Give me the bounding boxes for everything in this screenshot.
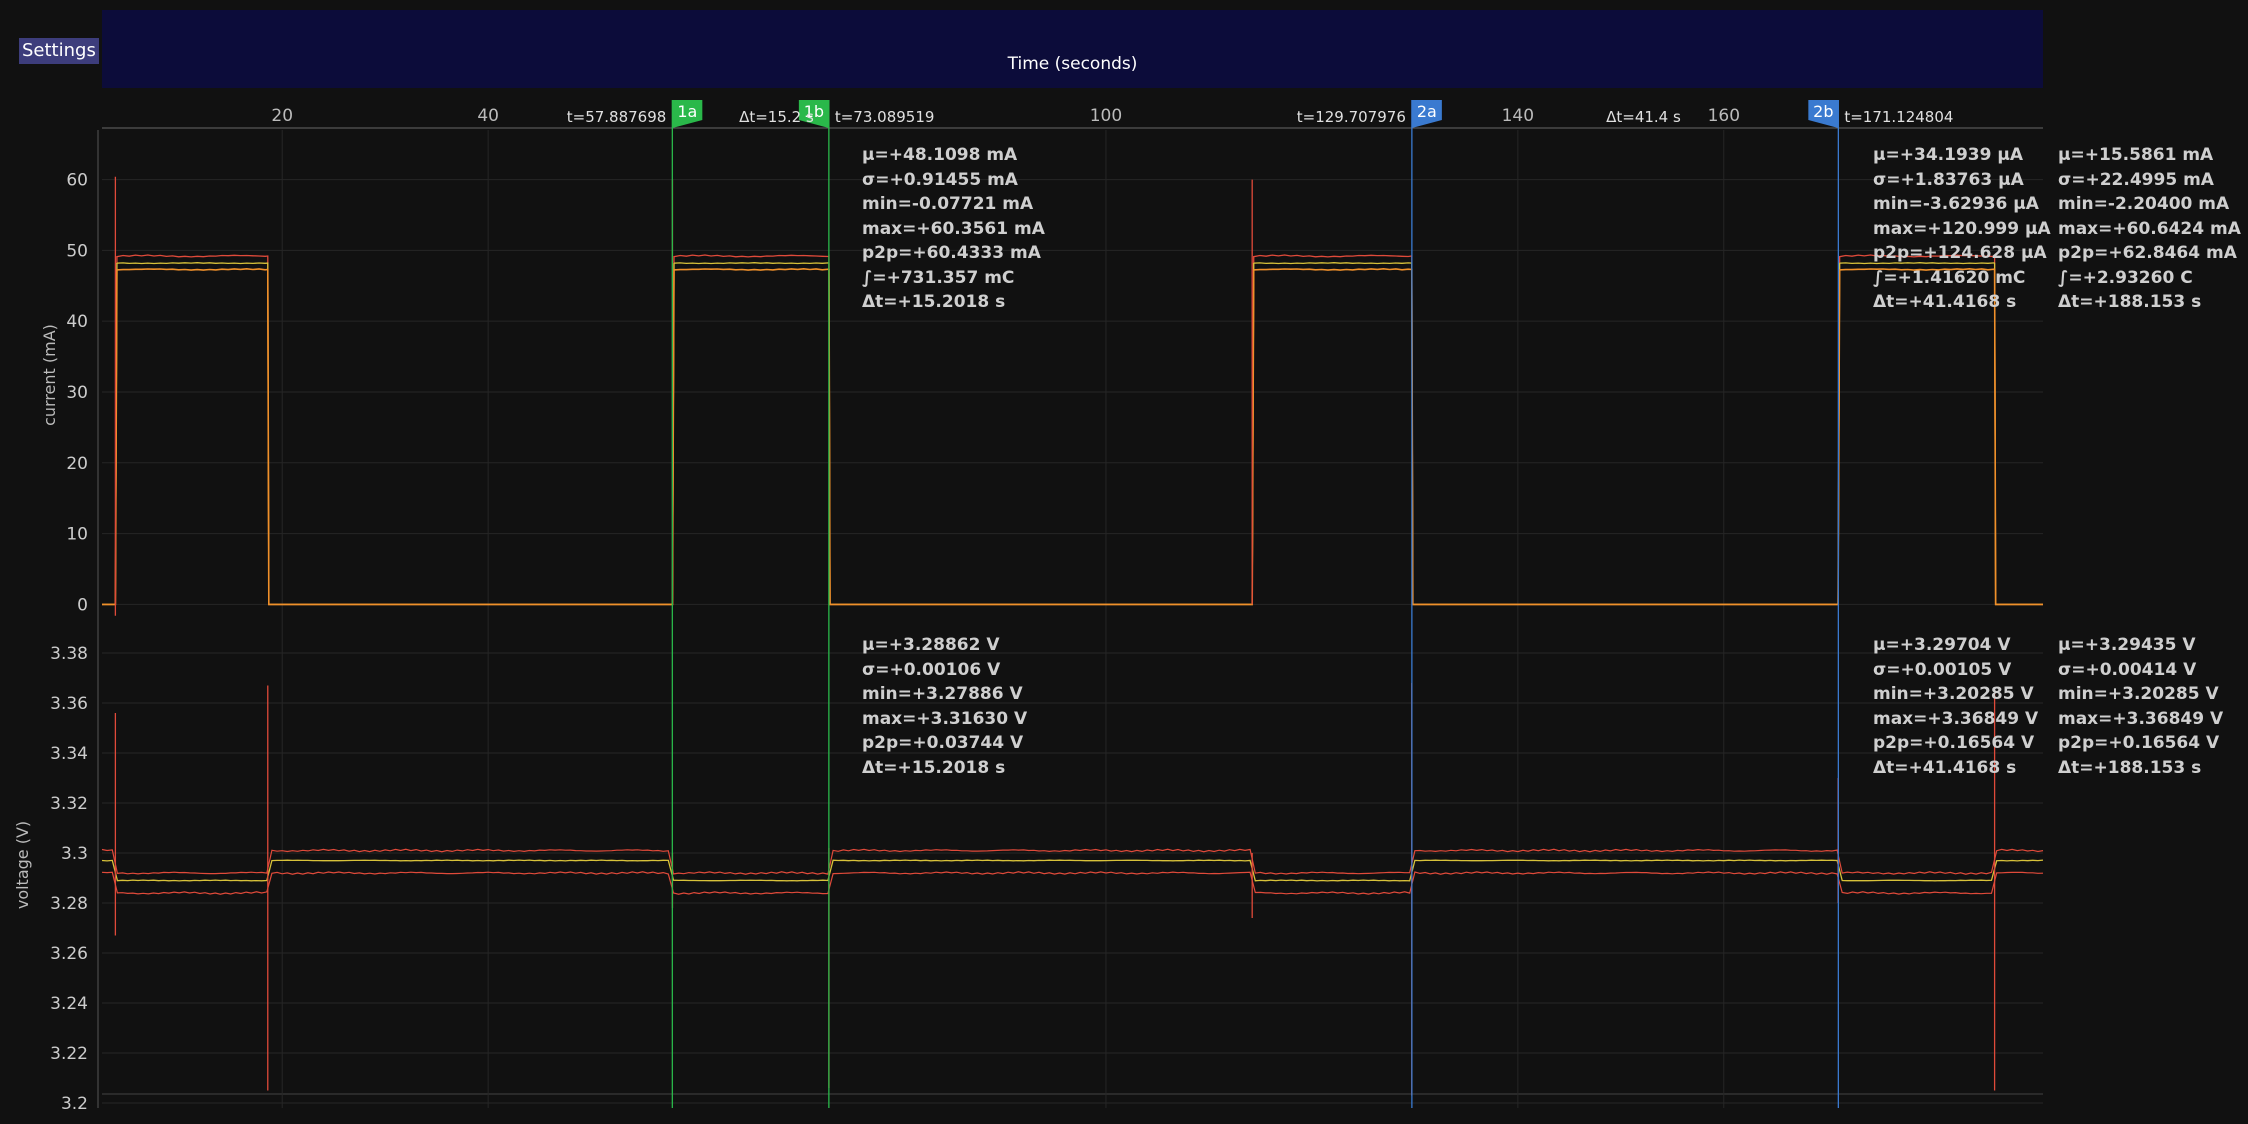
stat-line: μ=+3.29704 V (1873, 635, 2011, 655)
stat-line: max=+3.36849 V (2058, 708, 2224, 729)
x-tick-label: 40 (477, 106, 499, 126)
stat-line: σ=+0.00414 V (2058, 659, 2197, 680)
stat-line: min=-3.62936 μA (1873, 194, 2039, 214)
stat-line: p2p=+0.16564 V (2058, 733, 2220, 753)
stat-line: p2p=+60.4333 mA (862, 243, 1041, 263)
stat-line: Δt=+15.2018 s (862, 292, 1006, 312)
stat-line: μ=+34.1939 μA (1873, 145, 2024, 165)
stat-line: ∫=+731.357 mC (862, 267, 1015, 288)
marker-time-label: t=73.089519 (835, 108, 935, 126)
stat-line: σ=+1.83763 μA (1873, 169, 2024, 190)
current-mean-series (102, 262, 2043, 606)
marker-flag-label: 2a (1417, 102, 1437, 121)
stat-line: p2p=+0.03744 V (862, 733, 1024, 753)
stat-line: μ=+15.5861 mA (2058, 145, 2214, 165)
stat-line: σ=+0.00106 V (862, 659, 1001, 680)
voltage-tick-label: 3.22 (50, 1044, 88, 1064)
marker-delta-label: Δt=41.4 s (1606, 108, 1681, 126)
marker-time-label: t=129.707976 (1297, 108, 1406, 126)
stat-line: min=-2.20400 mA (2058, 194, 2230, 214)
stat-line: σ=+0.00105 V (1873, 659, 2012, 680)
stat-line: σ=+0.91455 mA (862, 169, 1018, 190)
stat-line: max=+3.31630 V (862, 708, 1028, 729)
voltage-tick-label: 3.38 (50, 644, 88, 664)
voltage-tick-label: 3.24 (50, 994, 88, 1014)
stat-line: max=+60.3561 mA (862, 218, 1045, 239)
current-tick-label: 40 (66, 312, 88, 332)
current-tick-label: 50 (66, 241, 88, 261)
current-tick-label: 0 (77, 595, 88, 615)
stat-line: Δt=+15.2018 s (862, 757, 1006, 778)
stat-line: μ=+3.28862 V (862, 635, 1000, 655)
stat-line: ∫=+1.41620 mC (1873, 267, 2026, 288)
stat-line: min=+3.20285 V (1873, 684, 2034, 704)
voltage-tick-label: 3.36 (50, 694, 88, 714)
voltage-tick-label: 3.32 (50, 794, 88, 814)
stat-line: μ=+3.29435 V (2058, 635, 2196, 655)
stat-line: Δt=+41.4168 s (1873, 292, 2017, 312)
stats-marker2-current: μ=+34.1939 μA σ=+1.83763 μA min=-3.62936 μ… (1873, 143, 2051, 315)
stat-line: Δt=+41.4168 s (1873, 757, 2017, 778)
x-tick-label: 160 (1708, 106, 1740, 126)
voltage-tick-label: 3.26 (50, 944, 88, 964)
current-tick-label: 60 (66, 171, 88, 191)
voltage-tick-label: 3.28 (50, 894, 88, 914)
marker-flag-label: 2b (1813, 102, 1833, 121)
voltage-tick-label: 3.2 (61, 1094, 88, 1114)
stats-all-current: μ=+15.5861 mA σ=+22.4995 mA min=-2.20400 m… (2058, 143, 2241, 315)
current-tick-label: 20 (66, 454, 88, 474)
stats-all-voltage: μ=+3.29435 V σ=+0.00414 V min=+3.20285 V ma… (2058, 633, 2223, 780)
stat-line: min=+3.27886 V (862, 684, 1023, 704)
stat-line: p2p=+62.8464 mA (2058, 243, 2237, 263)
stat-line: p2p=+0.16564 V (1873, 733, 2035, 753)
stat-line: Δt=+188.153 s (2058, 757, 2202, 778)
x-tick-label: 140 (1502, 106, 1534, 126)
current-max-series (102, 254, 2043, 606)
marker-flag-label: 1a (677, 102, 697, 121)
stat-line: Δt=+188.153 s (2058, 292, 2202, 312)
stats-marker1-voltage: μ=+3.28862 V σ=+0.00106 V min=+3.27886 V ma… (862, 633, 1027, 780)
marker-time-label: t=57.887698 (567, 108, 667, 126)
stat-line: σ=+22.4995 mA (2058, 169, 2214, 190)
stat-line: min=-0.07721 mA (862, 194, 1034, 214)
voltage-tick-label: 3.3 (61, 844, 88, 864)
marker-delta-label: Δt=15.2 s (739, 108, 814, 126)
stat-line: max=+60.6424 mA (2058, 218, 2241, 239)
current-min-series (102, 267, 2043, 606)
stat-line: μ=+48.1098 mA (862, 145, 1018, 165)
voltage-tick-label: 3.34 (50, 744, 88, 764)
x-tick-label: 20 (271, 106, 293, 126)
stat-line: max=+120.999 μA (1873, 218, 2051, 239)
stat-line: ∫=+2.93260 C (2058, 267, 2193, 288)
current-tick-label: 10 (66, 525, 88, 545)
voltage-min-series (101, 871, 2044, 895)
current-tick-label: 30 (66, 383, 88, 403)
x-tick-label: 100 (1090, 106, 1122, 126)
stat-line: min=+3.20285 V (2058, 684, 2219, 704)
marker-time-label: t=171.124804 (1844, 108, 1953, 126)
stats-marker2-voltage: μ=+3.29704 V σ=+0.00105 V min=+3.20285 V ma… (1873, 633, 2038, 780)
stats-marker1-current: μ=+48.1098 mA σ=+0.91455 mA min=-0.07721 m… (862, 143, 1045, 315)
voltage-mean-series (101, 859, 2044, 882)
stat-line: p2p=+124.628 μA (1873, 243, 2047, 263)
current-axis-label: current (mA) (40, 324, 59, 426)
stat-line: max=+3.36849 V (1873, 708, 2039, 729)
voltage-axis-label: voltage (V) (13, 821, 32, 909)
